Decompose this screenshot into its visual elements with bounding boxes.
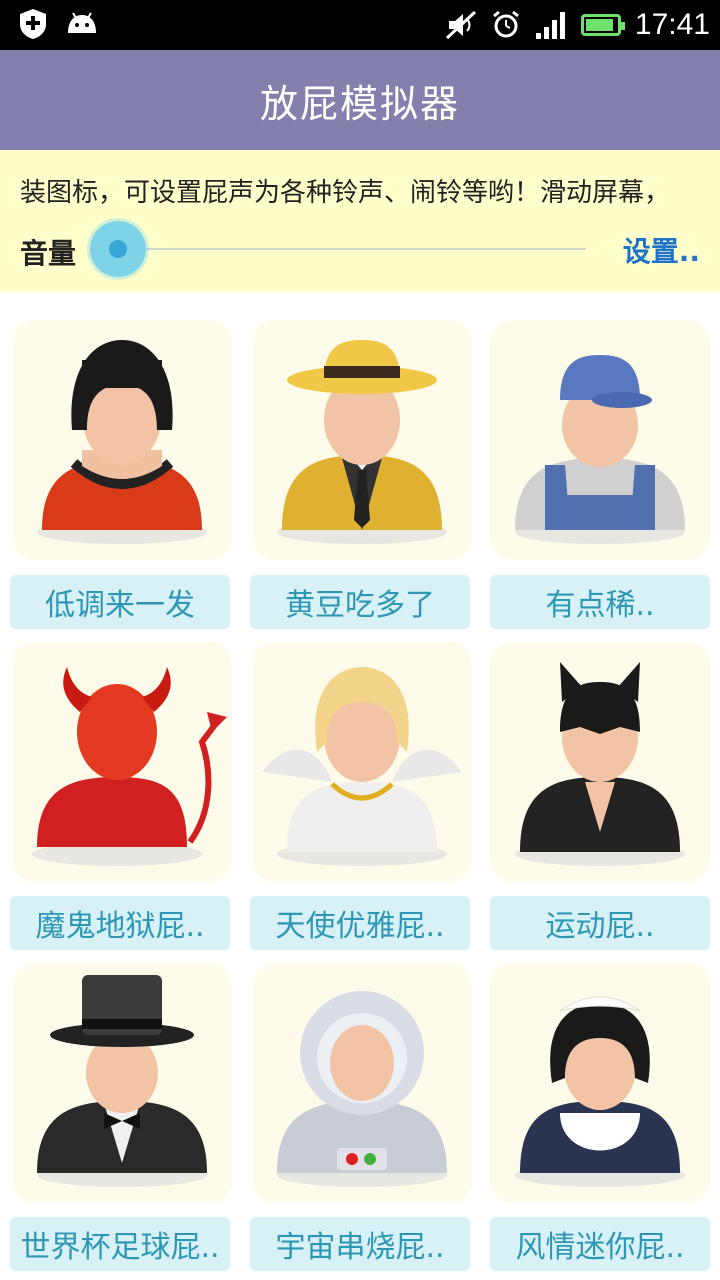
- signal-icon: [535, 12, 565, 39]
- grid-item-label[interactable]: 风情迷你屁..: [490, 1217, 710, 1271]
- grid-item-label[interactable]: 魔鬼地狱屁..: [10, 896, 230, 950]
- detective-fedora-icon: [277, 340, 447, 544]
- grid-item-card[interactable]: [490, 320, 710, 560]
- catwoman-mask-icon: [515, 662, 685, 866]
- volume-slider-dot: [109, 240, 127, 258]
- top-hat-gentleman-icon: [37, 975, 207, 1187]
- app-header: 放屁模拟器: [0, 50, 720, 150]
- grid-item-card[interactable]: [12, 963, 232, 1203]
- alarm-icon: [492, 10, 519, 38]
- notice-panel: 装图标，可设置屁声为各种铃声、闹铃等哟！滑动屏幕， 音量 设置..: [0, 150, 720, 292]
- grid-item-label[interactable]: 低调来一发: [10, 575, 230, 629]
- grid-item-card[interactable]: [12, 642, 232, 882]
- worker-cap-overalls-icon: [515, 355, 685, 544]
- grid-item-card[interactable]: [252, 963, 472, 1203]
- settings-button[interactable]: 设置..: [623, 230, 700, 270]
- angel-icon: [262, 667, 462, 866]
- sound-grid: 低调来一发 黄豆吃多了 有点稀.. 魔鬼地狱屁.. 天使优雅屁.. 运动屁.. …: [0, 150, 720, 1280]
- astronaut-icon: [277, 991, 447, 1187]
- grid-item-card[interactable]: [252, 320, 472, 560]
- marquee-text: 装图标，可设置屁声为各种铃声、闹铃等哟！滑动屏幕，: [20, 178, 671, 208]
- grid-item-label[interactable]: 黄豆吃多了: [250, 575, 470, 629]
- grid-item-card[interactable]: [252, 642, 472, 882]
- volume-slider-thumb[interactable]: [90, 221, 146, 277]
- app-title: 放屁模拟器: [259, 81, 460, 126]
- grid-item-label[interactable]: 宇宙串烧屁..: [250, 1217, 470, 1271]
- grid-item-card[interactable]: [12, 320, 232, 560]
- grid-item-label[interactable]: 世界杯足球屁..: [10, 1217, 230, 1271]
- woman-bob-hair-icon: [37, 340, 207, 544]
- mute-icon: [445, 10, 476, 40]
- devil-icon: [32, 667, 227, 866]
- grid-item-label[interactable]: 运动屁..: [490, 896, 710, 950]
- grid-item-label[interactable]: 有点稀..: [490, 575, 710, 629]
- battery-fill: [585, 19, 613, 31]
- grid-item-card[interactable]: [490, 642, 710, 882]
- battery-icon: [580, 14, 625, 36]
- volume-slider-track[interactable]: [118, 248, 586, 250]
- maid-icon: [515, 996, 685, 1187]
- status-bar: 17:41: [0, 0, 720, 50]
- status-time: 17:41: [634, 8, 710, 41]
- grid-item-card[interactable]: [490, 963, 710, 1203]
- android-icon: [68, 12, 96, 33]
- grid-item-label[interactable]: 天使优雅屁..: [250, 896, 470, 950]
- volume-label: 音量: [20, 237, 77, 270]
- shield-plus-icon: [20, 9, 46, 39]
